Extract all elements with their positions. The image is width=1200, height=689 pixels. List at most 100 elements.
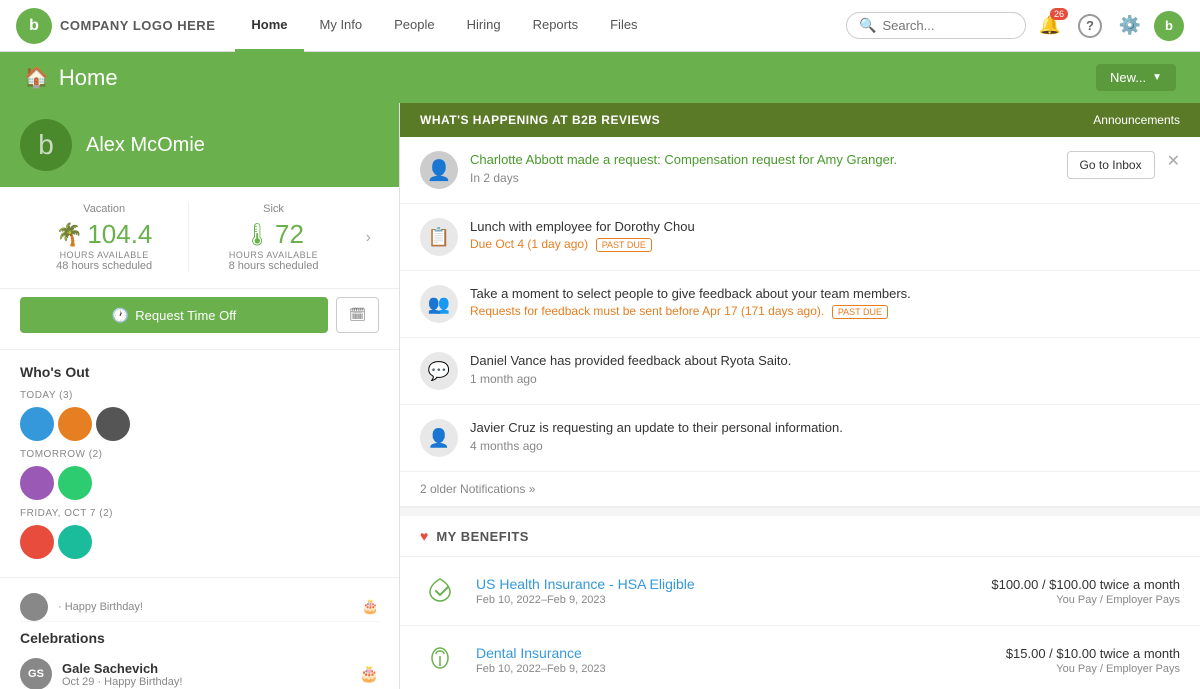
time-off-area: Vacation 🌴 104.4 HOURS AVAILABLE 48 hour… [0,187,399,289]
benefit-pay-label-2: You Pay / Employer Pays [1006,663,1180,675]
dropdown-arrow-icon: ▼ [1152,72,1162,83]
vacation-card: Vacation 🌴 104.4 HOURS AVAILABLE 48 hour… [20,203,188,272]
partial-avatar [20,593,48,621]
time-off-cards: Vacation 🌴 104.4 HOURS AVAILABLE 48 hour… [20,203,358,272]
partial-celebration-icon: 🎂 [362,598,379,615]
notification-item-1: 👤 Charlotte Abbott made a request: Compe… [400,137,1200,204]
nav-links: Home My Info People Hiring Reports Files [235,0,846,52]
avatar-person-1 [20,407,54,441]
notif-avatar-3: 👥 [420,285,458,323]
today-avatars [20,407,379,441]
notification-close-1[interactable]: ✕ [1167,151,1180,171]
go-to-inbox-button[interactable]: Go to Inbox [1067,151,1155,179]
benefits-section: ♥ MY BENEFITS US Health Insurance - HSA … [400,516,1200,689]
older-notifications-link[interactable]: 2 older Notifications » [400,472,1200,507]
sick-icon: 🌡 [243,222,271,248]
notifications-header: WHAT'S HAPPENING AT B2B REVIEWS Announce… [400,103,1200,137]
nav-files[interactable]: Files [594,0,653,52]
notification-item-4: 💬 Daniel Vance has provided feedback abo… [400,338,1200,405]
search-icon: 🔍 [859,17,876,34]
benefit-info-2: Dental Insurance Feb 10, 2022–Feb 9, 202… [476,645,990,675]
benefit-cost-2: $15.00 / $10.00 twice a month You Pay / … [1006,646,1180,675]
vacation-scheduled: 48 hours scheduled [30,260,178,272]
benefit-name-2[interactable]: Dental Insurance [476,645,990,661]
right-panel: WHAT'S HAPPENING AT B2B REVIEWS Announce… [400,103,1200,689]
logo-icon: b [16,8,52,44]
past-due-badge-2: PAST DUE [832,305,888,319]
whos-out-title: Who's Out [20,364,379,380]
nav-right: 🔍 🔔 26 ? ⚙️ b [846,10,1184,42]
vacation-icon: 🌴 [56,222,83,248]
celebration-item-1: GS Gale Sachevich Oct 29 · Happy Birthda… [20,652,379,689]
notif-text-2: Lunch with employee for Dorothy Chou [470,218,1180,236]
sick-label: Sick [199,203,347,215]
help-btn[interactable]: ? [1074,10,1106,42]
calculator-icon: 🗓 [349,307,366,322]
whos-out-section: Who's Out TODAY (3) TOMORROW (2) FRIDAY,… [0,350,399,578]
benefit-pay-label-1: You Pay / Employer Pays [991,594,1180,606]
calculator-button[interactable]: 🗓 [336,297,379,333]
benefit-name-1[interactable]: US Health Insurance - HSA Eligible [476,576,975,592]
notif-text-5: Javier Cruz is requesting an update to t… [470,419,1180,437]
page-header: 🏠 Home New... ▼ [0,52,1200,103]
request-time-off-button[interactable]: 🕐 Request Time Off [20,297,328,333]
help-icon: ? [1078,14,1102,38]
notifications-section-title: WHAT'S HAPPENING AT B2B REVIEWS [420,113,660,127]
notif-text-1: Charlotte Abbott made a request: Compens… [470,152,897,167]
announcements-link[interactable]: Announcements [1093,113,1180,127]
gear-icon: ⚙️ [1119,15,1141,36]
notif-sub-1: In 2 days [470,171,1055,185]
today-label: TODAY (3) [20,390,379,401]
sick-card: Sick 🌡 72 HOURS AVAILABLE 8 hours schedu… [188,203,357,272]
notif-content-4: Daniel Vance has provided feedback about… [470,352,1180,386]
settings-btn[interactable]: ⚙️ [1114,10,1146,42]
profile-name: Alex McOmie [86,134,205,157]
celebration-name-1: Gale Sachevich [62,661,182,676]
nav-people[interactable]: People [378,0,450,52]
notif-avatar-2: 📋 [420,218,458,256]
past-due-badge-1: PAST DUE [596,238,652,252]
search-box: 🔍 [846,12,1026,39]
home-icon: 🏠 [24,65,49,90]
nav-home[interactable]: Home [235,0,303,52]
health-insurance-icon [420,571,460,611]
time-off-chevron-icon[interactable]: › [358,229,379,247]
sick-available-label: HOURS AVAILABLE [199,250,347,260]
notif-content-3: Take a moment to select people to give f… [470,285,1180,319]
clock-icon: 🕐 [112,307,129,324]
celebrations-title: Celebrations [20,630,379,646]
notif-content-5: Javier Cruz is requesting an update to t… [470,419,1180,453]
notification-item-5: 👤 Javier Cruz is requesting an update to… [400,405,1200,472]
top-nav: b COMPANY LOGO HERE Home My Info People … [0,0,1200,52]
notif-avatar-4: 💬 [420,352,458,390]
nav-myinfo[interactable]: My Info [304,0,379,52]
notification-item-2: 📋 Lunch with employee for Dorothy Chou D… [400,204,1200,271]
benefit-dates-2: Feb 10, 2022–Feb 9, 2023 [476,663,990,675]
notif-avatar-1: 👤 [420,151,458,189]
nav-hiring[interactable]: Hiring [451,0,517,52]
request-btn-row: 🕐 Request Time Off 🗓 [0,289,399,350]
avatar-person-7 [58,525,92,559]
celebration-avatar-1: GS [20,658,52,689]
tomorrow-label: TOMORROW (2) [20,449,379,460]
notif-content-2: Lunch with employee for Dorothy Chou Due… [470,218,1180,252]
logo-text: COMPANY LOGO HERE [60,18,215,33]
benefit-item-2: Dental Insurance Feb 10, 2022–Feb 9, 202… [400,626,1200,689]
notification-bell-btn[interactable]: 🔔 26 [1034,10,1066,42]
notification-item-3: 👥 Take a moment to select people to give… [400,271,1200,338]
notif-avatar-5: 👤 [420,419,458,457]
search-input[interactable] [882,18,1002,33]
user-avatar-btn[interactable]: b [1154,11,1184,41]
nav-reports[interactable]: Reports [517,0,595,52]
new-button[interactable]: New... ▼ [1096,64,1176,91]
notif-content-1: Charlotte Abbott made a request: Compens… [470,151,1055,185]
notification-badge: 26 [1050,8,1068,20]
benefit-info-1: US Health Insurance - HSA Eligible Feb 1… [476,576,975,606]
friday-avatars [20,525,379,559]
benefits-title: MY BENEFITS [436,529,529,544]
vacation-hours: 104.4 [87,219,152,250]
notif-sub-5: 4 months ago [470,439,1180,453]
avatar-person-5 [58,466,92,500]
avatar-icon: b [38,129,54,161]
tomorrow-avatars [20,466,379,500]
